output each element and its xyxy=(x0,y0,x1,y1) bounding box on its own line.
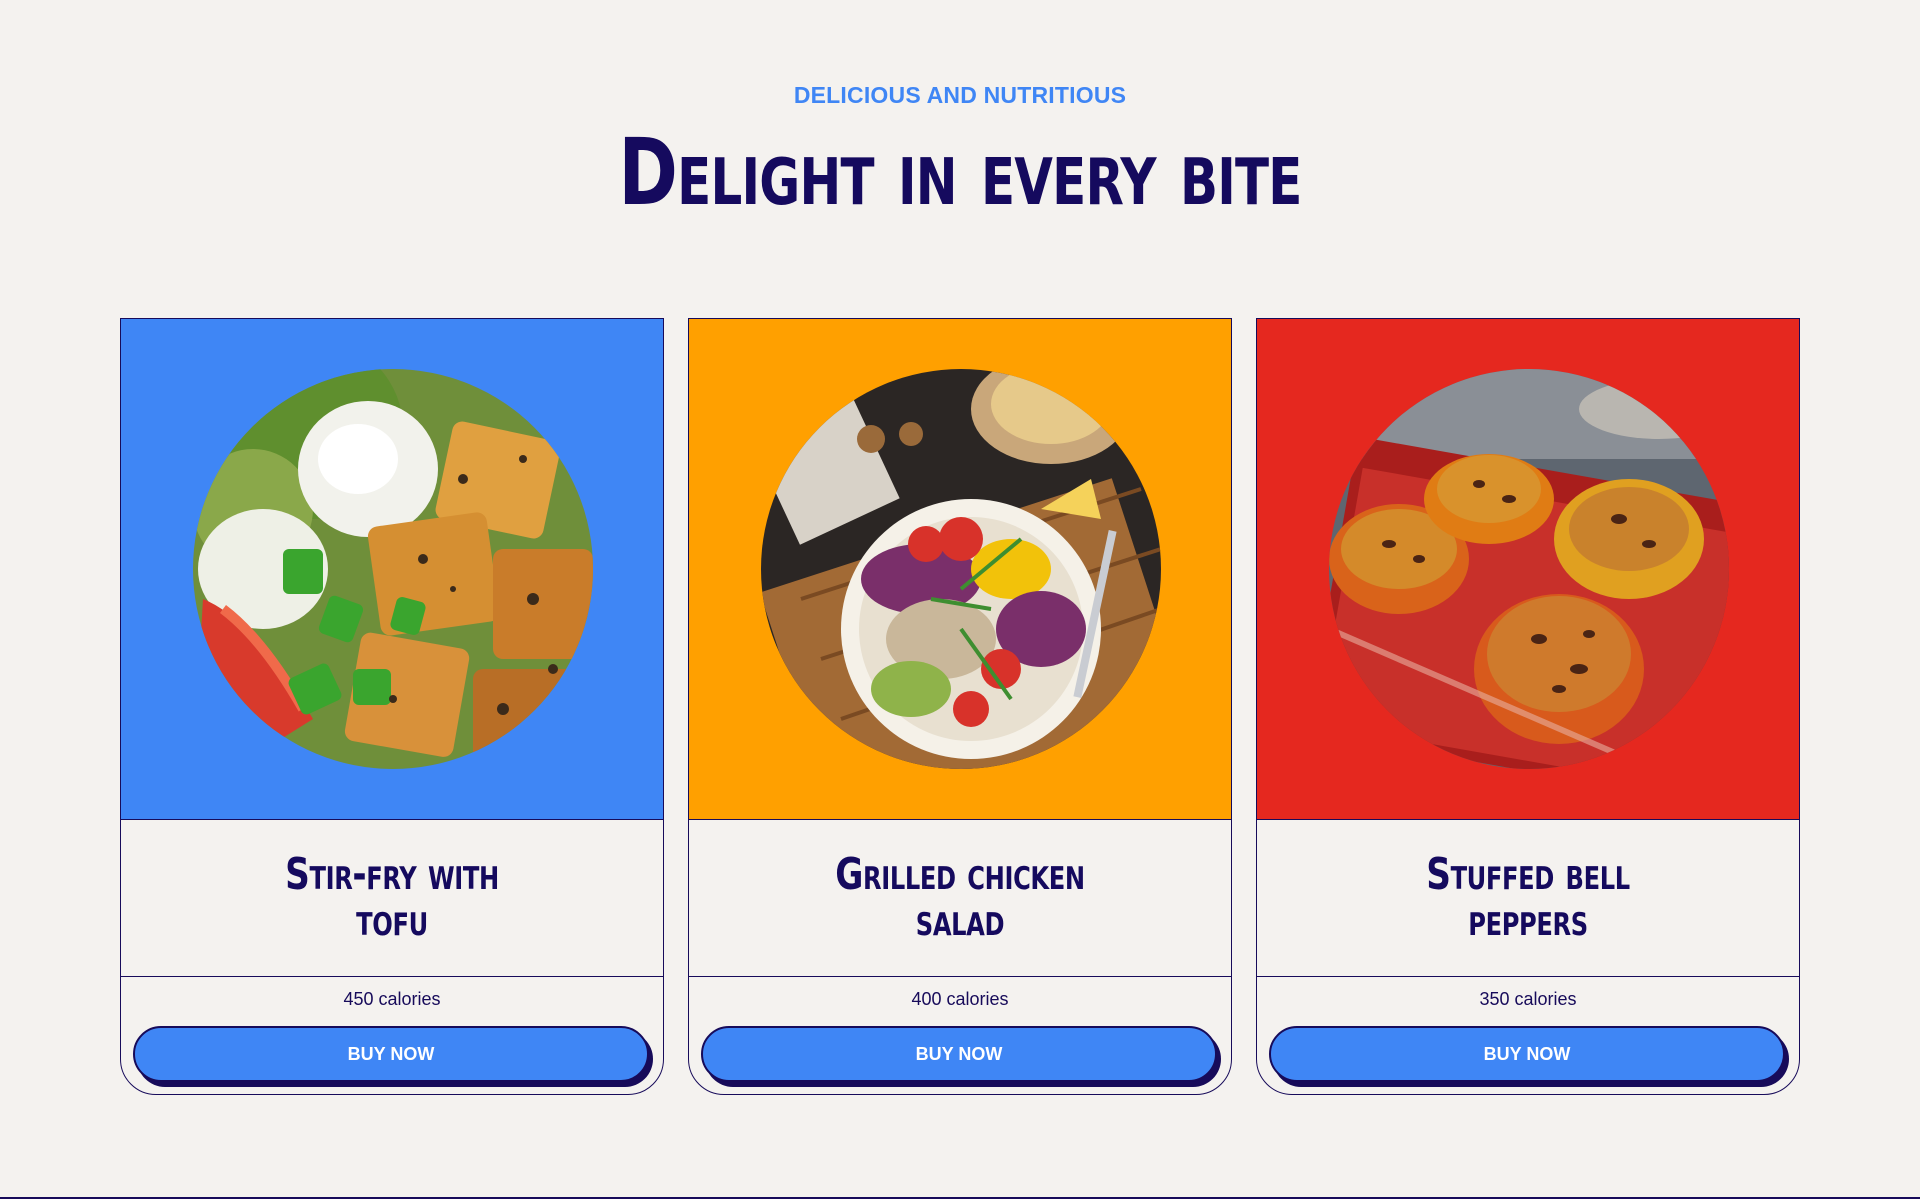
card-media xyxy=(689,319,1231,820)
card-title: Stuffed bell peppers xyxy=(1426,849,1630,946)
card-title: Stir-fry with tofu xyxy=(285,849,499,946)
chicken-salad-image xyxy=(761,369,1161,769)
card-title-area: Grilled chicken salad xyxy=(689,820,1231,977)
chicken-salad-illustration xyxy=(761,369,1161,769)
menu-section: DELICIOUS AND NUTRITIOUS Delight in ever… xyxy=(0,0,1920,1199)
tofu-bowl-image xyxy=(193,369,593,769)
card-media xyxy=(1257,319,1799,820)
card-title-area: Stir-fry with tofu xyxy=(121,820,663,977)
product-card-stuffed-peppers: Stuffed bell peppers 350 calories BUY NO… xyxy=(1256,318,1800,1095)
stuffed-peppers-illustration xyxy=(1329,369,1729,769)
card-media xyxy=(121,319,663,820)
product-card-chicken-salad: Grilled chicken salad 400 calories BUY N… xyxy=(688,318,1232,1095)
card-title: Grilled chicken salad xyxy=(835,849,1085,946)
stuffed-peppers-image xyxy=(1329,369,1729,769)
product-card-stir-fry: Stir-fry with tofu 450 calories BUY NOW xyxy=(120,318,664,1095)
buy-now-button[interactable]: BUY NOW xyxy=(1269,1026,1785,1082)
card-calories: 400 calories xyxy=(911,989,1009,1009)
section-eyebrow: DELICIOUS AND NUTRITIOUS xyxy=(793,82,1127,108)
buy-now-button[interactable]: BUY NOW xyxy=(133,1026,649,1082)
card-title-area: Stuffed bell peppers xyxy=(1257,820,1799,977)
card-grid: Stir-fry with tofu 450 calories BUY NOW xyxy=(120,318,1800,1095)
section-headline: Delight in every bite xyxy=(618,119,1302,226)
card-calories: 450 calories xyxy=(343,989,441,1009)
card-calories: 350 calories xyxy=(1479,989,1577,1009)
tofu-bowl-illustration xyxy=(193,369,593,769)
buy-now-button[interactable]: BUY NOW xyxy=(701,1026,1217,1082)
